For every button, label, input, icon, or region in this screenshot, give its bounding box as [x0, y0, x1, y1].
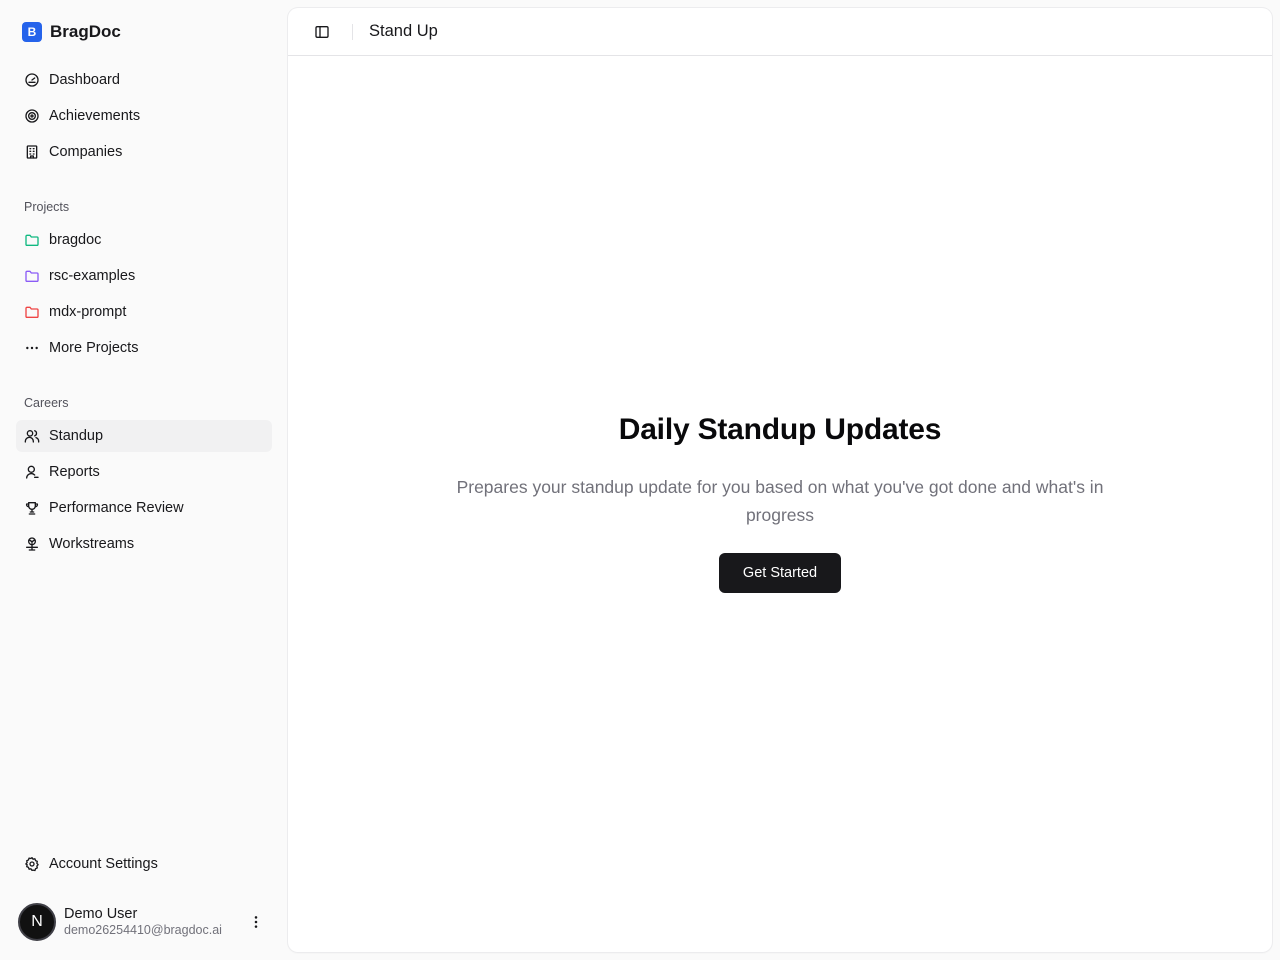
network-icon	[24, 536, 40, 552]
sidebar-item-label: mdx-prompt	[49, 304, 127, 320]
sidebar-item-label: Workstreams	[49, 536, 135, 552]
projects-section-label: Projects	[24, 200, 70, 214]
main-panel: Stand Up Daily Standup Updates Prepares …	[288, 8, 1272, 952]
sidebar: B BragDoc Dashboard Achievements Compani…	[0, 0, 288, 960]
brand-name: BragDoc	[50, 22, 121, 41]
hero-subtitle: Prepares your standup update for you bas…	[456, 477, 1104, 525]
hero-title: Daily Standup Updates	[618, 413, 942, 446]
folder-icon	[24, 232, 40, 248]
user-icon	[24, 464, 40, 480]
sidebar-item-achievements[interactable]: Achievements	[16, 100, 272, 132]
user-name: Demo User	[64, 906, 138, 923]
page-title: Stand Up	[369, 22, 438, 40]
sidebar-item-label: Performance Review	[49, 500, 184, 516]
users-icon	[24, 428, 40, 444]
sidebar-item-label: More Projects	[49, 340, 139, 356]
sidebar-item-project-bragdoc[interactable]: bragdoc	[16, 224, 272, 256]
target-icon	[24, 108, 40, 124]
sidebar-item-label: rsc-examples	[49, 268, 136, 284]
panel-left-icon	[315, 25, 329, 38]
header-divider	[352, 23, 353, 40]
careers-section-label: Careers	[24, 396, 69, 410]
get-started-button[interactable]: Get Started	[718, 553, 842, 593]
sidebar-item-companies[interactable]: Companies	[16, 136, 272, 168]
sidebar-item-project-mdx-prompt[interactable]: mdx-prompt	[16, 296, 272, 328]
sidebar-item-label: Standup	[49, 428, 104, 444]
folder-icon	[24, 304, 40, 320]
sidebar-item-standup[interactable]: Standup	[16, 420, 272, 452]
sidebar-item-label: Achievements	[49, 108, 141, 124]
gauge-icon	[24, 72, 40, 88]
user-email: demo26254410@bragdoc.ai	[64, 923, 222, 938]
brand[interactable]: B BragDoc	[22, 22, 121, 42]
sidebar-toggle-button[interactable]	[308, 18, 336, 46]
sidebar-item-dashboard[interactable]: Dashboard	[16, 64, 272, 96]
sidebar-item-workstreams[interactable]: Workstreams	[16, 528, 272, 560]
sidebar-item-label: bragdoc	[49, 232, 102, 248]
sidebar-item-more-projects[interactable]: More Projects	[16, 332, 272, 364]
sidebar-item-label: Reports	[49, 464, 100, 480]
empty-state: Daily Standup Updates Prepares your stan…	[288, 413, 1272, 593]
user-info: Demo User demo26254410@bragdoc.ai	[64, 906, 222, 937]
sidebar-item-label: Companies	[49, 144, 123, 160]
building-icon	[24, 144, 40, 160]
sidebar-item-performance-review[interactable]: Performance Review	[16, 492, 272, 524]
folder-icon	[24, 268, 40, 284]
avatar: N	[18, 903, 56, 941]
sidebar-item-label: Dashboard	[49, 72, 120, 88]
top-bar: Stand Up	[288, 8, 1272, 56]
trophy-icon	[24, 500, 40, 516]
sidebar-item-reports[interactable]: Reports	[16, 456, 272, 488]
more-horizontal-icon	[24, 340, 40, 356]
user-menu[interactable]: N Demo User demo26254410@bragdoc.ai	[18, 902, 274, 942]
brand-logo: B	[22, 22, 42, 42]
gear-icon	[24, 856, 40, 872]
sidebar-item-account-settings[interactable]: Account Settings	[16, 848, 272, 880]
more-vertical-icon[interactable]	[244, 910, 268, 934]
sidebar-item-project-rsc-examples[interactable]: rsc-examples	[16, 260, 272, 292]
sidebar-item-label: Account Settings	[49, 856, 158, 872]
